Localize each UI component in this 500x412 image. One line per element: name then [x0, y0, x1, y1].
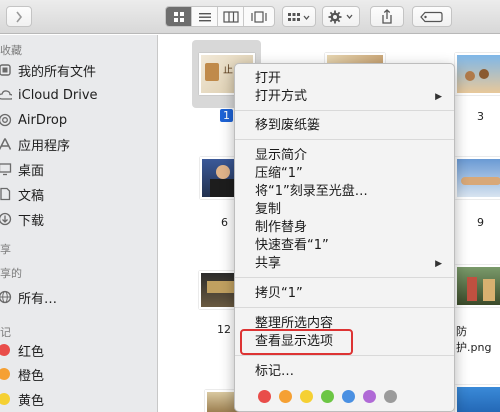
- file-thumbnail[interactable]: [455, 53, 500, 95]
- sidebar-item-label: AirDrop: [18, 112, 68, 128]
- icon-view-button[interactable]: [166, 7, 192, 26]
- gear-icon: [328, 10, 353, 23]
- menu-item-label: 共享: [255, 256, 282, 271]
- file-thumbnail[interactable]: [455, 265, 500, 307]
- sidebar-item-icloud-drive[interactable]: iCloud Drive: [0, 83, 158, 107]
- sidebar-item-label: 文稿: [18, 188, 45, 204]
- edit-tags-button[interactable]: [412, 6, 452, 27]
- tag-orange-swatch[interactable]: [279, 390, 292, 403]
- sidebar-item-downloads[interactable]: 下载: [0, 207, 158, 231]
- file-thumbnail[interactable]: [455, 385, 500, 412]
- cover-flow-button[interactable]: [244, 7, 274, 26]
- sidebar-item-label: 所有…: [18, 291, 58, 307]
- columns-icon: [222, 10, 239, 23]
- file-label: 12: [217, 323, 231, 336]
- arrange-grid-icon: [288, 12, 310, 21]
- tag-red-swatch[interactable]: [258, 390, 271, 403]
- column-view-button[interactable]: [218, 7, 244, 26]
- sidebar-item-label: 下载: [18, 213, 45, 229]
- action-button[interactable]: [322, 6, 360, 27]
- share-icon: [382, 8, 392, 24]
- tag-blue-swatch[interactable]: [342, 390, 355, 403]
- orange-tag-dot: [0, 368, 10, 380]
- sidebar-item-tag-yellow[interactable]: 黄色: [0, 387, 158, 411]
- grid-icon: [173, 11, 184, 22]
- documents-icon: [0, 187, 12, 201]
- tag-color-picker: [258, 390, 397, 403]
- menu-item-burn[interactable]: 将“1”刻录至光盘…: [235, 182, 454, 202]
- sidebar-item-desktop[interactable]: 桌面: [0, 157, 158, 181]
- sidebar-item-label: iCloud Drive: [18, 87, 98, 103]
- file-thumbnail[interactable]: [455, 157, 500, 199]
- submenu-arrow-icon: ▶: [435, 259, 442, 269]
- applications-icon: [0, 137, 12, 151]
- sidebar-item-label: 桌面: [18, 163, 45, 179]
- menu-item-quick-look[interactable]: 快速查看“1”: [235, 236, 454, 256]
- menu-item-move-to-trash[interactable]: 移到废纸篓: [235, 116, 454, 136]
- network-icon: [0, 290, 12, 304]
- menu-separator: [235, 277, 454, 278]
- sidebar-item-label: 橙色: [18, 368, 45, 384]
- menu-separator: [235, 355, 454, 356]
- menu-separator: [235, 307, 454, 308]
- arrange-button[interactable]: [282, 6, 316, 27]
- sidebar-item-documents[interactable]: 文稿: [0, 182, 158, 206]
- file-label: 3: [477, 110, 484, 123]
- list-icon: [198, 12, 211, 21]
- submenu-arrow-icon: ▶: [435, 92, 442, 102]
- view-mode-selector: [165, 6, 275, 27]
- sidebar-item-label: 应用程序: [18, 138, 71, 154]
- yellow-tag-dot: [0, 393, 10, 405]
- context-menu: 打开 打开方式 ▶ 移到废纸篓 显示简介 压缩“1” 将“1”刻录至光盘… 复制…: [234, 63, 455, 412]
- sidebar-item-label: 红色: [18, 344, 45, 360]
- tag-purple-swatch[interactable]: [363, 390, 376, 403]
- menu-item-copy[interactable]: 拷贝“1”: [235, 284, 454, 304]
- menu-item-make-alias[interactable]: 制作替身: [235, 218, 454, 238]
- airdrop-icon: [0, 113, 12, 127]
- menu-item-open-with[interactable]: 打开方式 ▶: [235, 87, 454, 107]
- file-label: 9: [477, 216, 484, 229]
- forward-button[interactable]: [6, 6, 32, 27]
- finder-sidebar: 收藏 我的所有文件 iCloud Drive AirDrop 应用程序 桌面 文…: [0, 35, 158, 412]
- menu-item-label: 打开方式: [255, 89, 308, 104]
- tag-gray-swatch[interactable]: [384, 390, 397, 403]
- chevron-right-icon: [16, 11, 23, 22]
- menu-separator: [235, 110, 454, 111]
- menu-item-compress[interactable]: 压缩“1”: [235, 164, 454, 184]
- menu-item-tags[interactable]: 标记…: [235, 362, 454, 382]
- sidebar-item-all-files[interactable]: 我的所有文件: [0, 58, 158, 82]
- sidebar-item-airdrop[interactable]: AirDrop: [0, 108, 158, 132]
- cloud-icon: [0, 88, 12, 102]
- finder-toolbar: [0, 0, 500, 34]
- menu-item-open[interactable]: 打开: [235, 69, 454, 89]
- highlight-annotation: [240, 329, 353, 355]
- sidebar-section-favorites: 收藏: [0, 44, 22, 57]
- menu-item-get-info[interactable]: 显示简介: [235, 146, 454, 166]
- tag-icon: [420, 11, 443, 22]
- menu-item-share[interactable]: 共享 ▶: [235, 254, 454, 274]
- share-button[interactable]: [370, 6, 404, 27]
- tag-green-swatch[interactable]: [321, 390, 334, 403]
- menu-separator: [235, 139, 454, 140]
- all-files-icon: [0, 63, 12, 77]
- tag-yellow-swatch[interactable]: [300, 390, 313, 403]
- sidebar-section-shared: 享的: [0, 267, 22, 280]
- list-view-button[interactable]: [192, 7, 218, 26]
- sidebar-item-applications[interactable]: 应用程序: [0, 132, 158, 156]
- sidebar-item-all-shared[interactable]: 所有…: [0, 285, 158, 309]
- sidebar-section-shared-fragment: 享: [0, 243, 11, 256]
- sidebar-item-label: 黄色: [18, 393, 45, 409]
- file-label[interactable]: 1: [220, 109, 233, 122]
- sidebar-item-tag-orange[interactable]: 橙色: [0, 362, 158, 386]
- desktop-icon: [0, 162, 12, 176]
- red-tag-dot: [0, 344, 10, 356]
- file-label: 防护.png: [456, 325, 492, 354]
- sidebar-item-label: 我的所有文件: [18, 64, 97, 80]
- downloads-icon: [0, 212, 12, 226]
- sidebar-item-tag-red[interactable]: 红色: [0, 338, 158, 362]
- file-label: 6: [221, 216, 228, 229]
- cover-flow-icon: [251, 10, 267, 23]
- menu-item-duplicate[interactable]: 复制: [235, 200, 454, 220]
